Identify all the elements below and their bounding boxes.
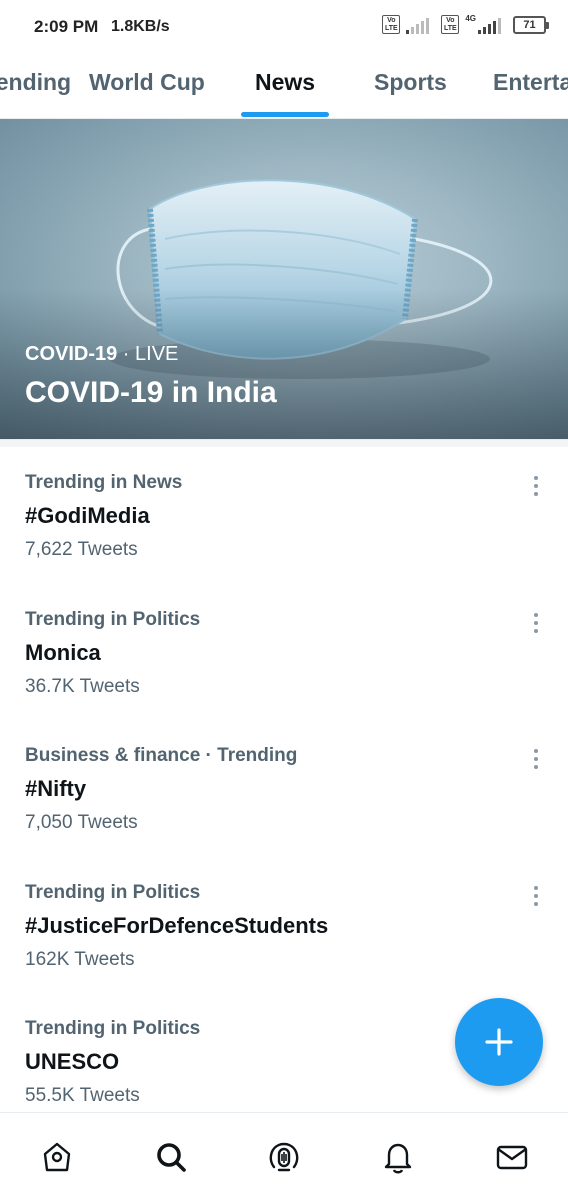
trend-name: Monica [25,640,101,665]
bottom-navigation [0,1112,568,1200]
hero-separator: · [117,343,136,365]
status-time: 2:09 PM [34,17,99,36]
tab-entertainment[interactable]: Entertainment [493,69,568,96]
nav-home-button[interactable] [37,1137,77,1177]
trend-item[interactable]: Trending in Politics #JusticeForDefenceS… [0,882,568,1019]
hero-live-status: LIVE [135,343,179,365]
signal-icon [406,16,430,34]
network-speed: 1.8KB/s [111,18,170,35]
trend-name: #JusticeForDefenceStudents [25,913,329,938]
trend-item[interactable]: Trending in News #GodiMedia 7,622 Tweets [0,472,568,609]
trend-context: Trending in Politics [25,609,201,630]
trend-context: Trending in Politics [25,882,201,903]
section-divider [0,439,568,447]
more-options-icon[interactable] [522,745,550,773]
search-icon [157,1143,186,1172]
tab-sports[interactable]: Sports [374,69,447,96]
more-options-icon[interactable] [522,882,550,910]
spaces-icon [269,1142,299,1172]
messages-icon [496,1145,528,1170]
home-icon [43,1142,71,1172]
tab-news[interactable]: News [255,69,315,96]
status-bar: 2:09 PM 1.8KB/s Vo LTE Vo LTE 4G 71 [0,0,568,56]
nav-messages-button[interactable] [492,1137,532,1177]
trend-count: 162K Tweets [25,949,135,970]
explore-tabs: Trending World Cup News Sports Entertain… [0,56,568,119]
nav-search-button[interactable] [151,1137,191,1177]
signal-icon [478,16,501,34]
notifications-icon [384,1143,412,1174]
active-tab-indicator [241,112,329,117]
trend-item[interactable]: Trending in Politics Monica 36.7K Tweets [0,609,568,746]
hero-title: COVID-19 in India [25,376,277,409]
trend-name: #GodiMedia [25,503,150,528]
tab-world-cup[interactable]: World Cup [89,69,205,96]
tab-trending[interactable]: Trending [0,69,71,96]
trend-count: 36.7K Tweets [25,676,140,697]
trend-name: #Nifty [25,776,87,801]
volte-icon: Vo LTE [441,15,460,34]
trend-context: Trending in News [25,472,183,493]
compose-tweet-button[interactable] [455,998,543,1086]
trend-name: UNESCO [25,1049,120,1074]
more-options-icon[interactable] [522,609,550,637]
plus-icon [485,1028,513,1056]
battery-icon: 71 [513,15,549,34]
nav-notifications-button[interactable] [378,1137,418,1177]
trend-item[interactable]: Business & finance · Trending #Nifty 7,0… [0,745,568,882]
nav-spaces-button[interactable] [264,1137,304,1177]
trend-count: 7,050 Tweets [25,812,138,833]
volte-icon: Vo LTE [382,15,401,34]
network-type: 4G [465,14,476,23]
hero-category: COVID-19 [25,343,118,365]
more-options-icon[interactable] [522,472,550,500]
featured-news-card[interactable]: COVID-19 · LIVE COVID-19 in India [0,119,568,439]
trend-count: 7,622 Tweets [25,539,138,560]
hero-kicker: COVID-19 · LIVE [25,343,178,366]
trend-count: 55.5K Tweets [25,1085,140,1106]
status-icons: Vo LTE Vo LTE 4G 71 [382,14,549,34]
trend-context: Trending in Politics [25,1018,201,1039]
trend-context: Business & finance · Trending [25,745,298,766]
